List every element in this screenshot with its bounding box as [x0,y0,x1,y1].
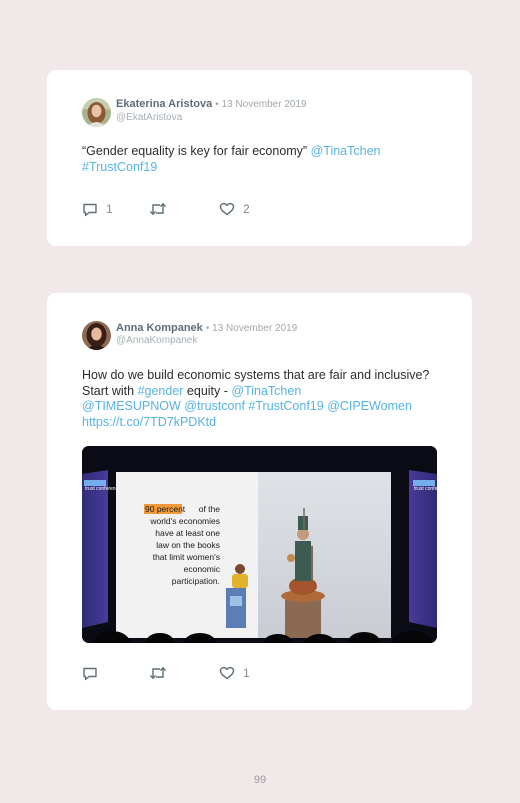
retweet-icon [149,666,167,680]
retweet-icon [149,202,167,216]
mention-link[interactable]: @CIPEWomen [327,399,412,413]
text-segment: “Gender equality is key for fair economy… [82,144,311,158]
like-count: 1 [243,666,250,680]
slide-line-6: economic [184,564,221,574]
author-name[interactable]: Anna Kompanek [116,322,203,334]
url-link[interactable]: https://t.co/7TD7kPDKtd [82,415,216,429]
author-name[interactable]: Ekaterina Aristova [116,98,212,110]
retweet-button[interactable] [149,201,175,217]
slide-line-5: that limit women's [153,552,220,562]
reply-count: 1 [106,202,113,216]
slide-line-2: world's economies [149,516,220,526]
tweet-header: Anna Kompanek • 13 November 2019 [116,322,297,334]
conference-photo: trust conference trust conference 90 per… [82,446,437,643]
tweet-date[interactable]: • 13 November 2019 [206,323,297,334]
slide-line-1: of the [199,504,221,514]
page-number: 99 [253,774,267,786]
svg-text:trust conference: trust conference [85,486,121,492]
tweet-text: How do we build economic systems that ar… [82,368,447,430]
hashtag-link[interactable]: #gender [138,384,184,398]
author-handle[interactable]: @AnnaKompanek [116,335,197,346]
heart-icon [219,202,235,216]
mention-link[interactable]: @TIMESUPNOW [82,399,181,413]
tweet-date[interactable]: • 13 November 2019 [215,99,306,110]
slide-highlight: 90 percent [145,504,186,514]
text-segment: equity - [183,383,232,398]
mention-link[interactable]: @TinaTchen [311,144,381,158]
avatar-image [82,321,111,350]
tweet-card-1: Ekaterina Aristova • 13 November 2019 @E… [47,70,472,246]
reply-button[interactable]: 1 [82,201,113,217]
slide-line-3: have at least one [155,528,220,538]
reply-button[interactable] [82,665,106,681]
hashtag-link[interactable]: #TrustConf19 [82,160,157,174]
mention-link[interactable]: @TinaTchen [231,384,301,398]
like-button[interactable]: 1 [219,665,250,681]
tweet-card-2: Anna Kompanek • 13 November 2019 @AnnaKo… [47,293,472,710]
tweet-header: Ekaterina Aristova • 13 November 2019 [116,98,307,110]
like-count: 2 [243,202,250,216]
avatar-image [82,98,111,127]
mention-link[interactable]: @trustconf [184,399,245,413]
hashtag-link[interactable]: #TrustConf19 [248,399,323,413]
like-button[interactable]: 2 [219,201,250,217]
heart-icon [219,666,235,680]
reply-icon [83,203,97,216]
tweet-photo[interactable]: trust conference trust conference 90 per… [82,446,437,643]
tweet-text: “Gender equality is key for fair economy… [82,144,447,175]
avatar[interactable] [82,321,111,350]
avatar[interactable] [82,98,111,127]
retweet-button[interactable] [149,665,175,681]
svg-text:trust conference: trust conference [414,486,437,492]
reply-icon [83,667,97,680]
author-handle[interactable]: @EkatAristova [116,112,182,123]
slide-line-4: law on the books [156,540,220,550]
slide-line-7: participation. [172,576,220,586]
